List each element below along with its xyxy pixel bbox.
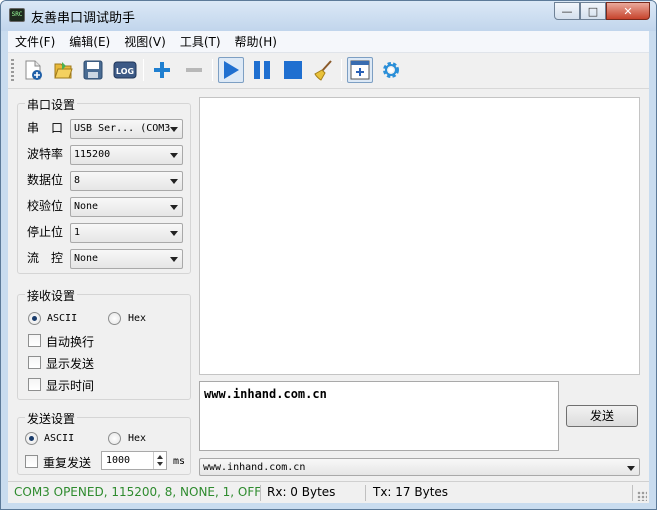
menu-file[interactable]: 文件(F) (8, 31, 62, 53)
receive-settings-group: 接收设置 ASCII Hex 自动换行 显示发送 显示时间 (17, 287, 191, 400)
status-bar: COM3 OPENED, 115200, 8, NONE, 1, OFF Rx:… (8, 481, 649, 503)
interval-spinner[interactable] (153, 452, 166, 469)
app-icon: SRC (9, 8, 25, 22)
send-hex-radio[interactable] (108, 432, 121, 445)
parity-value: None (74, 201, 99, 212)
data-bits-label: 数据位 (27, 173, 64, 187)
receive-hex-radio[interactable] (108, 312, 121, 325)
receive-hex-label: Hex (128, 313, 147, 324)
chevron-down-icon (170, 179, 178, 184)
toolbar-separator (143, 59, 144, 81)
menu-tools[interactable]: 工具(T) (173, 31, 228, 53)
baud-label: 波特率 (27, 147, 64, 161)
stop-bits-label: 停止位 (27, 225, 64, 239)
plus-icon[interactable] (149, 57, 175, 83)
add-window-icon[interactable] (347, 57, 373, 83)
send-ascii-radio[interactable] (25, 432, 38, 445)
repeat-interval-input[interactable]: 1000 (101, 451, 167, 470)
client-area: 文件(F) 编辑(E) 视图(V) 工具(T) 帮助(H) LOG 串口设置 串… (8, 31, 649, 503)
rx-count: Rx: 0 Bytes (267, 485, 336, 499)
repeat-interval-value: 1000 (106, 455, 131, 466)
auto-wrap-checkbox[interactable] (28, 334, 41, 347)
parity-select[interactable]: None (70, 197, 183, 217)
auto-wrap-label: 自动换行 (46, 335, 95, 349)
send-ascii-label: ASCII (44, 433, 75, 444)
repeat-send-checkbox[interactable] (25, 455, 38, 468)
maximize-button[interactable]: □ (580, 2, 606, 20)
toolbar-separator (341, 59, 342, 81)
show-time-label: 显示时间 (46, 379, 95, 393)
menu-help[interactable]: 帮助(H) (228, 31, 284, 53)
serial-settings-group: 串口设置 串 口 USB Ser... (COM3 波特率 115200 数据位… (17, 96, 191, 274)
send-history-value: www.inhand.com.cn (203, 462, 306, 473)
chevron-down-icon (170, 231, 178, 236)
stop-icon[interactable] (280, 57, 306, 83)
toolbar-grip[interactable] (11, 59, 14, 81)
toolbar: LOG (8, 53, 649, 89)
baud-select[interactable]: 115200 (70, 145, 183, 165)
save-icon[interactable] (80, 57, 106, 83)
data-bits-select[interactable]: 8 (70, 171, 183, 191)
new-icon[interactable] (20, 57, 46, 83)
serial-settings-title: 串口设置 (25, 96, 78, 113)
port-label: 串 口 (27, 121, 64, 135)
connection-status: COM3 OPENED, 115200, 8, NONE, 1, OFF (14, 485, 262, 499)
flow-control-select[interactable]: None (70, 249, 183, 269)
flow-control-label: 流 控 (27, 251, 64, 265)
spin-up-icon[interactable] (157, 455, 163, 459)
receive-settings-title: 接收设置 (25, 287, 78, 304)
chevron-down-icon (627, 466, 635, 471)
flow-control-value: None (74, 253, 99, 264)
play-icon[interactable] (218, 57, 244, 83)
window-title: 友善串口调试助手 (31, 11, 136, 26)
data-bits-value: 8 (74, 175, 81, 186)
resize-grip-icon[interactable] (637, 491, 647, 501)
receive-ascii-label: ASCII (47, 313, 78, 324)
close-button[interactable]: ✕ (606, 2, 650, 20)
repeat-send-label: 重复发送 (43, 456, 92, 470)
status-divider (365, 485, 366, 501)
svg-text:LOG: LOG (116, 67, 134, 76)
show-time-checkbox[interactable] (28, 378, 41, 391)
tx-count: Tx: 17 Bytes (373, 485, 449, 499)
send-settings-title: 发送设置 (25, 410, 78, 427)
toolbar-separator (212, 59, 213, 81)
parity-label: 校验位 (27, 199, 64, 213)
chevron-down-icon (170, 205, 178, 210)
port-value: USB Ser... (COM3 (74, 123, 171, 134)
broom-icon[interactable] (311, 57, 337, 83)
title-bar[interactable]: SRC 友善串口调试助手 — □ ✕ (1, 1, 656, 31)
minimize-button[interactable]: — (554, 2, 580, 20)
open-icon[interactable] (50, 57, 76, 83)
baud-value: 115200 (74, 149, 111, 160)
chevron-down-icon (170, 153, 178, 158)
send-button[interactable]: 发送 (566, 405, 638, 427)
status-divider (260, 485, 261, 501)
send-textarea[interactable]: www.inhand.com.cn (199, 381, 559, 451)
menu-view[interactable]: 视图(V) (117, 31, 173, 53)
gear-icon[interactable] (378, 57, 404, 83)
receive-textarea[interactable] (199, 97, 640, 375)
stop-bits-value: 1 (74, 227, 81, 238)
status-divider (632, 485, 633, 501)
show-send-checkbox[interactable] (28, 356, 41, 369)
app-window: SRC 友善串口调试助手 — □ ✕ 文件(F) 编辑(E) 视图(V) 工具(… (0, 0, 657, 510)
chevron-down-icon (170, 257, 178, 262)
chevron-down-icon (170, 127, 178, 132)
show-send-label: 显示发送 (46, 357, 95, 371)
port-select[interactable]: USB Ser... (COM3 (70, 119, 183, 139)
log-icon[interactable]: LOG (112, 57, 138, 83)
interval-unit: ms (173, 456, 186, 467)
stop-bits-select[interactable]: 1 (70, 223, 183, 243)
spin-down-icon[interactable] (157, 462, 163, 466)
pause-icon[interactable] (249, 57, 275, 83)
minus-icon[interactable] (181, 57, 207, 83)
send-history-select[interactable]: www.inhand.com.cn (199, 458, 640, 476)
menu-bar: 文件(F) 编辑(E) 视图(V) 工具(T) 帮助(H) (8, 31, 649, 53)
receive-ascii-radio[interactable] (28, 312, 41, 325)
send-hex-label: Hex (128, 433, 147, 444)
menu-edit[interactable]: 编辑(E) (62, 31, 117, 53)
